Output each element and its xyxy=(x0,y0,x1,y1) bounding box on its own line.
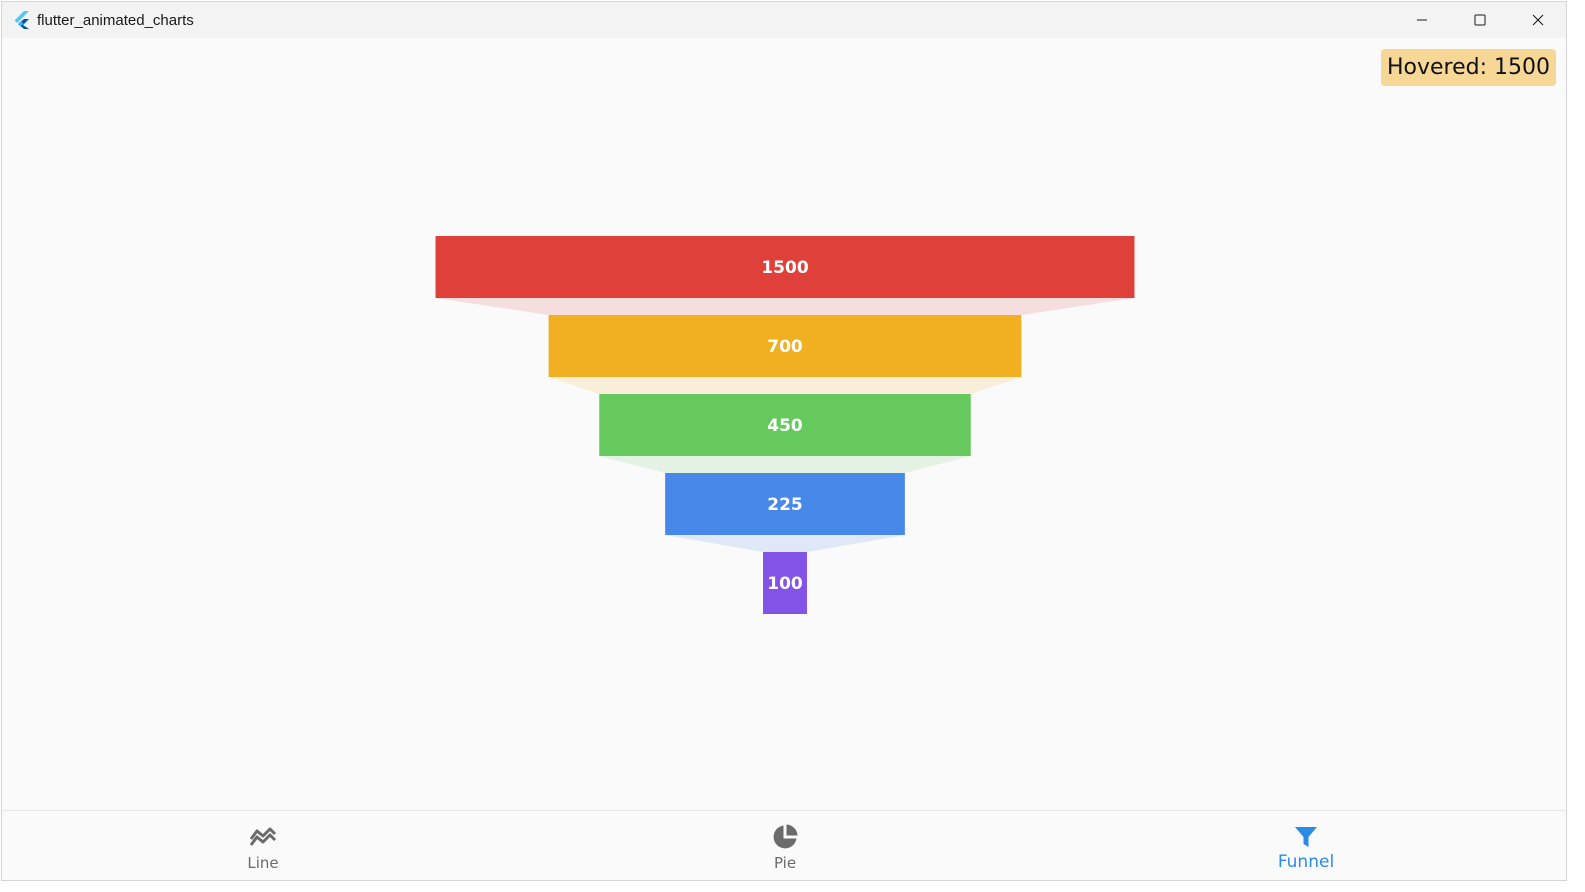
minimize-icon xyxy=(1417,19,1427,21)
nav-tab-line[interactable]: Line xyxy=(163,811,363,880)
app-window: flutter_animated_charts Hovered: 1500 15… xyxy=(1,1,1567,881)
funnel-stage-label: 1500 xyxy=(761,258,808,278)
window-title: flutter_animated_charts xyxy=(37,12,194,29)
nav-tab-pie[interactable]: Pie xyxy=(685,811,885,880)
nav-tab-line-label: Line xyxy=(247,854,279,872)
funnel-chart: 1500 700 450 225 100 xyxy=(435,236,1135,614)
funnel-stage-label: 100 xyxy=(767,574,803,594)
nav-tab-pie-label: Pie xyxy=(773,854,797,872)
funnel-stage-label: 450 xyxy=(767,416,803,436)
nav-tab-funnel-label: Funnel xyxy=(1277,852,1335,872)
chart-area: Hovered: 1500 1500 700 450 225 100 xyxy=(2,38,1566,810)
minimize-button[interactable] xyxy=(1393,2,1451,38)
funnel-stage-label: 225 xyxy=(767,495,803,515)
funnel-connector xyxy=(599,456,971,473)
close-icon xyxy=(1532,14,1544,26)
pie-chart-icon xyxy=(773,824,798,849)
maximize-button[interactable] xyxy=(1451,2,1509,38)
maximize-icon xyxy=(1474,14,1486,26)
line-chart-icon xyxy=(249,827,277,846)
funnel-connector xyxy=(435,298,1135,315)
funnel-icon xyxy=(1295,827,1317,847)
nav-tab-funnel[interactable]: Funnel xyxy=(1206,811,1406,880)
funnel-stage-label: 700 xyxy=(767,337,803,357)
close-button[interactable] xyxy=(1509,2,1566,38)
funnel-connector xyxy=(548,377,1022,394)
bottom-navigation: Line Pie Funnel xyxy=(2,810,1566,880)
title-bar[interactable]: flutter_animated_charts xyxy=(2,2,1566,38)
flutter-logo-icon xyxy=(14,11,29,29)
funnel-connector xyxy=(665,535,905,552)
